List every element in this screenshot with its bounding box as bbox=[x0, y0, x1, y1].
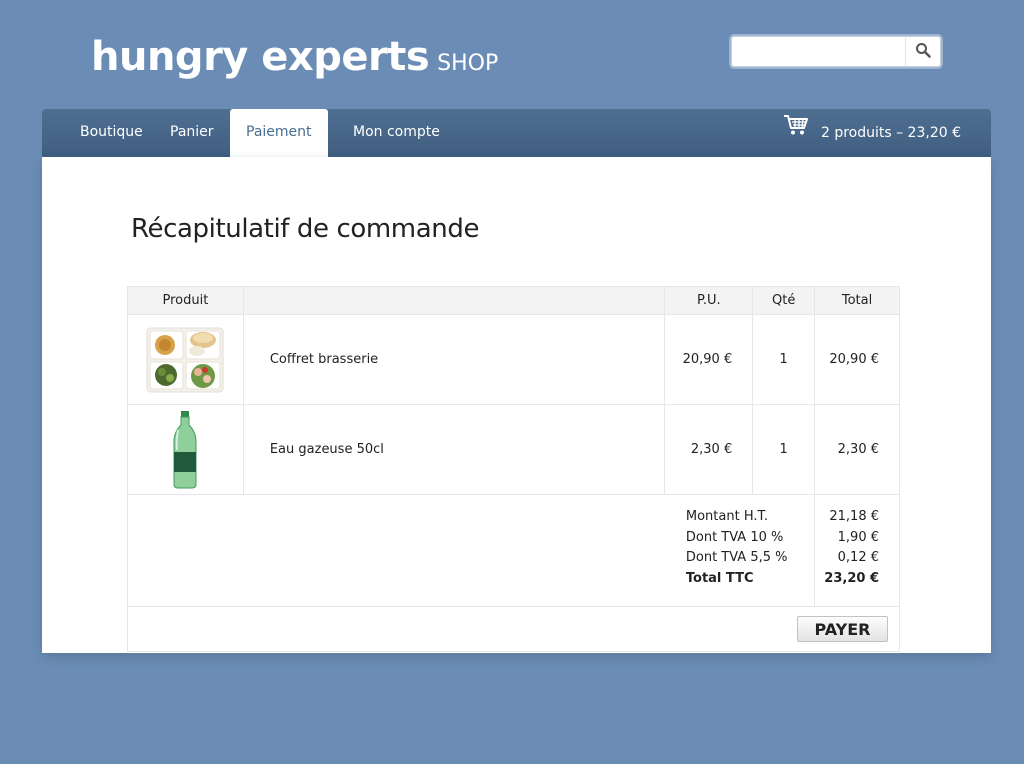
tva10-value: 1,90 € bbox=[837, 529, 879, 545]
tva55-label: Dont TVA 5,5 % bbox=[685, 550, 788, 565]
header-qty: Qté bbox=[752, 286, 816, 315]
nav-boutique[interactable]: Boutique bbox=[80, 109, 143, 157]
product-image-cell bbox=[127, 314, 244, 405]
tva55-value: 0,12 € bbox=[837, 550, 879, 565]
totals-spacer bbox=[126, 494, 665, 607]
search-button[interactable] bbox=[905, 37, 940, 66]
quantity: 1 bbox=[752, 314, 816, 405]
logo[interactable]: hungry experts SHOP bbox=[91, 34, 498, 80]
pay-cell: PAYER bbox=[127, 606, 900, 652]
cart-summary[interactable]: 2 produits – 23,20 € bbox=[783, 109, 961, 157]
water-bottle-image bbox=[173, 410, 197, 488]
header-total: Total bbox=[814, 286, 900, 315]
main-nav: Boutique Panier Paiement Mon compte 2 pr… bbox=[42, 109, 991, 157]
ttc-label: Total TTC bbox=[685, 570, 754, 586]
unit-price: 2,30 € bbox=[664, 404, 754, 495]
brand-name: hungry experts bbox=[91, 34, 430, 80]
search-box bbox=[731, 36, 941, 67]
cart-icon bbox=[783, 110, 809, 156]
food-box-image bbox=[146, 327, 224, 392]
ht-value: 21,18 € bbox=[829, 509, 879, 524]
totals-values: 21,18 € 1,90 € 0,12 € 23,20 € bbox=[814, 494, 900, 607]
main-panel: Récapitulatif de commande Produit P.U. Q… bbox=[42, 157, 991, 653]
product-image-cell bbox=[127, 404, 244, 495]
header-unit-price: P.U. bbox=[664, 286, 754, 315]
header-product: Produit bbox=[127, 286, 244, 315]
product-name[interactable]: Coffret brasserie bbox=[242, 314, 666, 405]
totals-labels: Montant H.T. Dont TVA 10 % Dont TVA 5,5 … bbox=[664, 494, 816, 607]
totals-row: Montant H.T. Dont TVA 10 % Dont TVA 5,5 … bbox=[126, 494, 900, 607]
header-empty bbox=[242, 286, 666, 315]
line-total: 2,30 € bbox=[814, 404, 900, 495]
line-total: 20,90 € bbox=[814, 314, 900, 405]
nav-mon-compte[interactable]: Mon compte bbox=[353, 109, 440, 157]
pay-button[interactable]: PAYER bbox=[797, 616, 888, 642]
order-table: Produit P.U. Qté Total Coffret brasserie… bbox=[126, 286, 900, 652]
table-row: Coffret brasserie 20,90 € 1 20,90 € bbox=[127, 314, 900, 405]
shop-label: SHOP bbox=[437, 51, 499, 76]
ttc-value: 23,20 € bbox=[824, 570, 879, 586]
unit-price: 20,90 € bbox=[664, 314, 754, 405]
ht-label: Montant H.T. bbox=[685, 509, 769, 524]
pay-row: PAYER bbox=[127, 606, 900, 652]
cart-summary-text: 2 produits – 23,20 € bbox=[820, 125, 961, 141]
table-row: Eau gazeuse 50cl 2,30 € 1 2,30 € bbox=[127, 404, 900, 495]
nav-panier[interactable]: Panier bbox=[170, 109, 214, 157]
search-icon bbox=[915, 42, 931, 62]
page-title: Récapitulatif de commande bbox=[131, 214, 480, 244]
search-input[interactable] bbox=[736, 41, 908, 64]
quantity: 1 bbox=[752, 404, 816, 495]
nav-paiement[interactable]: Paiement bbox=[230, 109, 328, 157]
table-header-row: Produit P.U. Qté Total bbox=[127, 286, 900, 315]
product-name[interactable]: Eau gazeuse 50cl bbox=[242, 404, 666, 495]
tva10-label: Dont TVA 10 % bbox=[685, 529, 784, 545]
